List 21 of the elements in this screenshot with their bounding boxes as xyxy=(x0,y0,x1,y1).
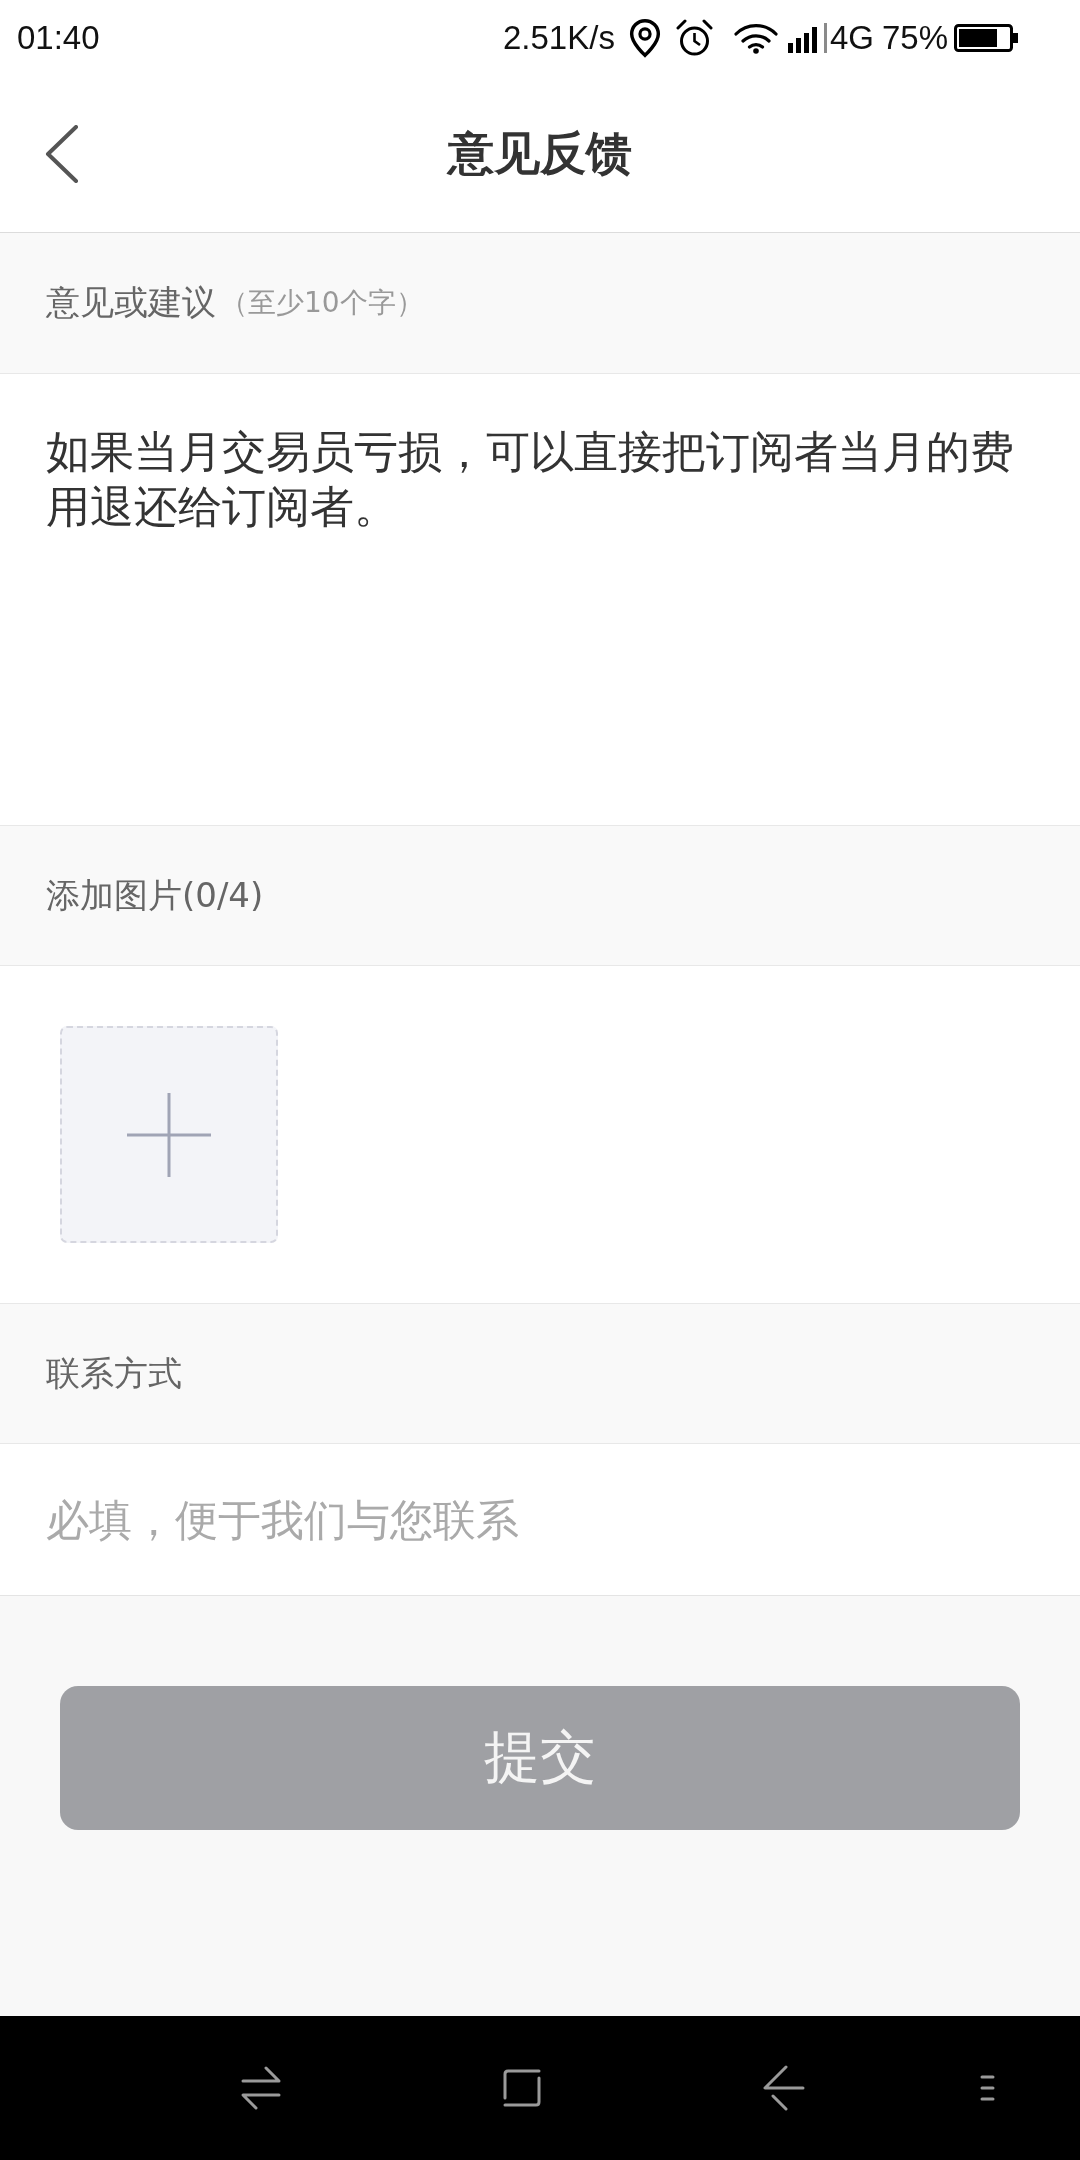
status-time: 01:40 xyxy=(17,21,100,54)
battery-percent: 75% xyxy=(881,21,948,54)
menu-icon[interactable] xyxy=(980,2075,995,2101)
feedback-input[interactable]: 如果当月交易员亏损，可以直接把订阅者当月的费用退还给订阅者。 xyxy=(0,374,1080,826)
section-label: 意见或建议 xyxy=(46,281,216,324)
plus-icon xyxy=(127,1092,211,1177)
swap-arrows-icon[interactable] xyxy=(241,2066,281,2110)
back-icon[interactable] xyxy=(45,124,79,183)
location-pin-icon xyxy=(628,17,661,58)
network-type: 4G xyxy=(829,21,874,54)
signal-bars-icon xyxy=(787,22,828,53)
contact-input[interactable]: 必填，便于我们与您联系 xyxy=(0,1444,1080,1596)
battery-icon xyxy=(954,23,1018,52)
alarm-clock-icon xyxy=(675,18,713,57)
wifi-icon xyxy=(733,21,778,54)
section-label: 联系方式 xyxy=(46,1351,182,1395)
section-label: 添加图片(0/4) xyxy=(46,873,264,917)
network-speed: 2.51K/s xyxy=(503,21,615,54)
back-icon[interactable] xyxy=(763,2065,805,2111)
section-hint: （至少10个字） xyxy=(220,285,424,321)
page-title: 意见反馈 xyxy=(448,124,632,182)
